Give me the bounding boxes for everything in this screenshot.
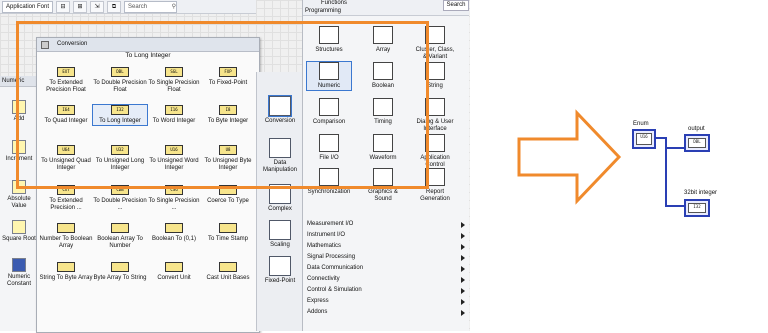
- enum-constant[interactable]: U16: [632, 129, 656, 149]
- category-scaling[interactable]: Scaling: [257, 220, 303, 249]
- enum-label: Enum: [633, 121, 649, 127]
- distribute-objects-button[interactable]: ⊞: [73, 0, 88, 13]
- enum-type-code: U16: [636, 133, 652, 145]
- font-selector[interactable]: Application Font: [2, 0, 54, 13]
- conversion-item[interactable]: Number To Boolean Array: [39, 223, 93, 250]
- conversion-item[interactable]: Convert Unit: [147, 262, 201, 282]
- int-type-code: I32: [688, 203, 706, 213]
- submenu-arrow-icon: [461, 299, 465, 305]
- conversion-item-label: Convert Unit: [157, 275, 191, 281]
- output-type-code: DBL: [688, 138, 706, 148]
- submenu-label: Instrument I/O: [307, 232, 346, 238]
- conversion-item[interactable]: CDB To Double Precision ...: [93, 185, 147, 212]
- conversion-item[interactable]: Boolean Array To Number: [93, 223, 147, 250]
- submenu-arrow-icon: [461, 266, 465, 272]
- submenu-arrow-icon: [461, 233, 465, 239]
- submenu-label: Signal Processing: [307, 254, 356, 260]
- square-root-icon: [12, 220, 26, 234]
- palette-item-numeric-constant[interactable]: Numeric Constant: [0, 258, 38, 288]
- submenu-item[interactable]: Signal Processing: [307, 253, 465, 262]
- submenu-label: Control & Simulation: [307, 287, 362, 293]
- conversion-function-icon: [57, 223, 75, 233]
- conversion-function-icon: [219, 223, 237, 233]
- conversion-function-icon: [57, 262, 75, 272]
- int-label: 32bit integer: [684, 190, 718, 196]
- submenu-label: Connectivity: [307, 276, 340, 282]
- submenu-label: Addons: [307, 309, 328, 315]
- submenu-arrow-icon: [461, 310, 465, 316]
- function-category-label: Synchronization: [307, 189, 351, 195]
- int-indicator[interactable]: I32: [684, 199, 710, 217]
- submenu-item[interactable]: Instrument I/O: [307, 231, 465, 240]
- resize-objects-button[interactable]: ⇲: [90, 0, 105, 13]
- search-icon: ⚲: [171, 3, 177, 10]
- conversion-item[interactable]: CSG To Single Precision ...: [147, 185, 201, 212]
- reorder-button[interactable]: ⧉: [107, 0, 122, 13]
- conversion-item-label: Byte Array To String: [93, 275, 147, 281]
- conversion-item-label: Number To Boolean Array: [39, 236, 93, 249]
- conversion-function-icon: [165, 223, 183, 233]
- scaling-icon: [269, 220, 291, 240]
- conversion-item[interactable]: To Time Stamp: [201, 223, 255, 243]
- submenu-item[interactable]: Express: [307, 297, 465, 306]
- functions-palette-header: Functions Programming Search: [303, 0, 469, 16]
- submenu-arrow-icon: [461, 255, 465, 261]
- submenu-label: Express: [307, 298, 329, 304]
- submenu-item[interactable]: Control & Simulation: [307, 286, 465, 295]
- conversion-item[interactable]: Boolean To (0,1): [147, 223, 201, 243]
- conversion-item[interactable]: String To Byte Array: [39, 262, 93, 282]
- conversion-function-icon: [111, 262, 129, 272]
- conversion-item[interactable]: CXT To Extended Precision ...: [39, 185, 93, 212]
- conversion-item[interactable]: Byte Array To String: [93, 262, 147, 282]
- conversion-function-icon: [111, 223, 129, 233]
- palette-item-square-root[interactable]: Square Root: [0, 220, 38, 243]
- submenu-arrow-icon: [461, 277, 465, 283]
- function-category-label: Graphics & Sound: [368, 189, 398, 202]
- toolbar: Application Font ⊟ ⊞ ⇲ ⧉ Search ⚲: [0, 0, 256, 14]
- functions-palette-subtitle: Programming: [305, 8, 342, 14]
- conversion-item-label: To Double Precision ...: [93, 198, 147, 211]
- conversion-item[interactable]: Cast Unit Bases: [201, 262, 255, 282]
- output-indicator[interactable]: DBL: [684, 134, 710, 152]
- conversion-item-label: To Single Precision ...: [148, 198, 200, 211]
- submenu-label: Mathematics: [307, 243, 342, 249]
- submenu-arrow-icon: [461, 288, 465, 294]
- conversion-item-label: Boolean To (0,1): [152, 236, 196, 242]
- search-placeholder: Search: [128, 3, 148, 10]
- submenu-item[interactable]: Connectivity: [307, 275, 465, 284]
- highlight-box: [16, 21, 429, 189]
- conversion-item-label: Cast Unit Bases: [206, 275, 250, 281]
- conversion-item-label: To Time Stamp: [207, 236, 248, 242]
- conversion-item-label: Boolean Array To Number: [97, 236, 143, 249]
- conversion-item-label: To Extended Precision ...: [49, 198, 83, 211]
- submenu-arrow-icon: [461, 222, 465, 228]
- submenu-item[interactable]: Data Communication: [307, 264, 465, 273]
- output-label: output: [688, 126, 705, 132]
- conversion-item-label: String To Byte Array: [39, 275, 93, 281]
- submenu-label: Data Communication: [307, 265, 364, 271]
- search-field[interactable]: Search ⚲: [124, 0, 178, 13]
- conversion-function-icon: [219, 262, 237, 272]
- submenu-arrow-icon: [461, 244, 465, 250]
- submenu-item[interactable]: Addons: [307, 308, 465, 317]
- conversion-item-label: Coerce To Type: [207, 198, 249, 204]
- numeric-constant-icon: [12, 258, 26, 272]
- submenu-label: Measurement I/O: [307, 221, 354, 227]
- align-objects-button[interactable]: ⊟: [56, 0, 71, 13]
- category-fixed-point[interactable]: Fixed-Point: [257, 256, 303, 285]
- function-category-label: Report Generation: [420, 189, 450, 202]
- conversion-function-icon: [165, 262, 183, 272]
- submenu-item[interactable]: Mathematics: [307, 242, 465, 251]
- fixed-point-icon: [269, 256, 291, 276]
- functions-palette-title: Functions: [321, 0, 348, 6]
- functions-search-button[interactable]: Search: [443, 0, 469, 11]
- submenu-item[interactable]: Measurement I/O: [307, 220, 465, 229]
